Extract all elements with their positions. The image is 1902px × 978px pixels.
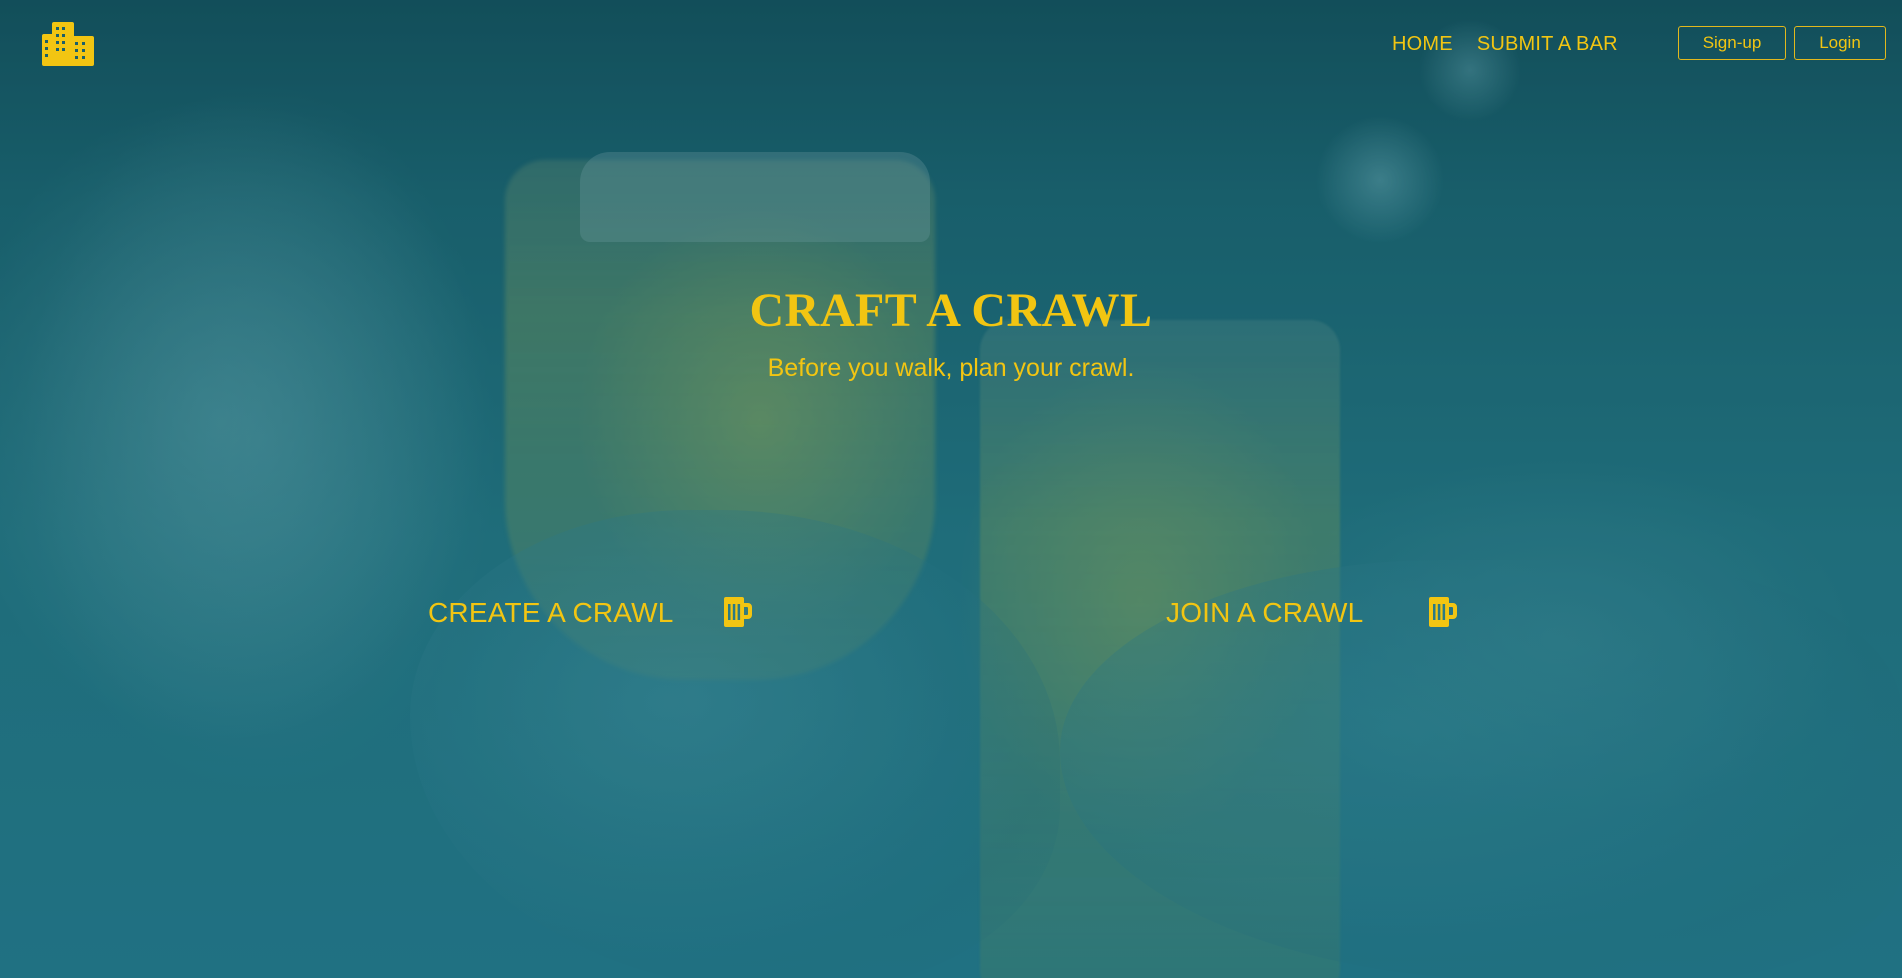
join-crawl-label: JOIN A CRAWL [1166, 597, 1364, 628]
create-crawl-button[interactable]: CREATE A CRAWL [428, 597, 752, 629]
hero-title: CRAFT A CRAWL [749, 284, 1153, 337]
nav-home-link[interactable]: HOME [1392, 33, 1453, 56]
create-crawl-label: CREATE A CRAWL [428, 597, 674, 628]
hero-subtitle: Before you walk, plan your crawl. [767, 354, 1135, 382]
beer-mug-icon [724, 597, 752, 627]
header: HOME SUBMIT A BAR Sign-up Login [0, 0, 1902, 88]
city-buildings-icon[interactable] [42, 22, 94, 66]
join-crawl-button[interactable]: JOIN A CRAWL [1166, 597, 1457, 629]
main-nav: HOME SUBMIT A BAR [1392, 33, 1618, 56]
signup-button[interactable]: Sign-up [1678, 26, 1786, 60]
login-button[interactable]: Login [1794, 26, 1886, 60]
page: HOME SUBMIT A BAR Sign-up Login CRAFT A … [0, 0, 1902, 978]
teal-overlay [0, 0, 1902, 978]
auth-buttons: Sign-up Login [1678, 26, 1886, 60]
nav-submit-bar-link[interactable]: SUBMIT A BAR [1477, 33, 1618, 56]
beer-mug-icon [1429, 597, 1457, 627]
hero: CRAFT A CRAWL Before you walk, plan your… [0, 283, 1902, 383]
